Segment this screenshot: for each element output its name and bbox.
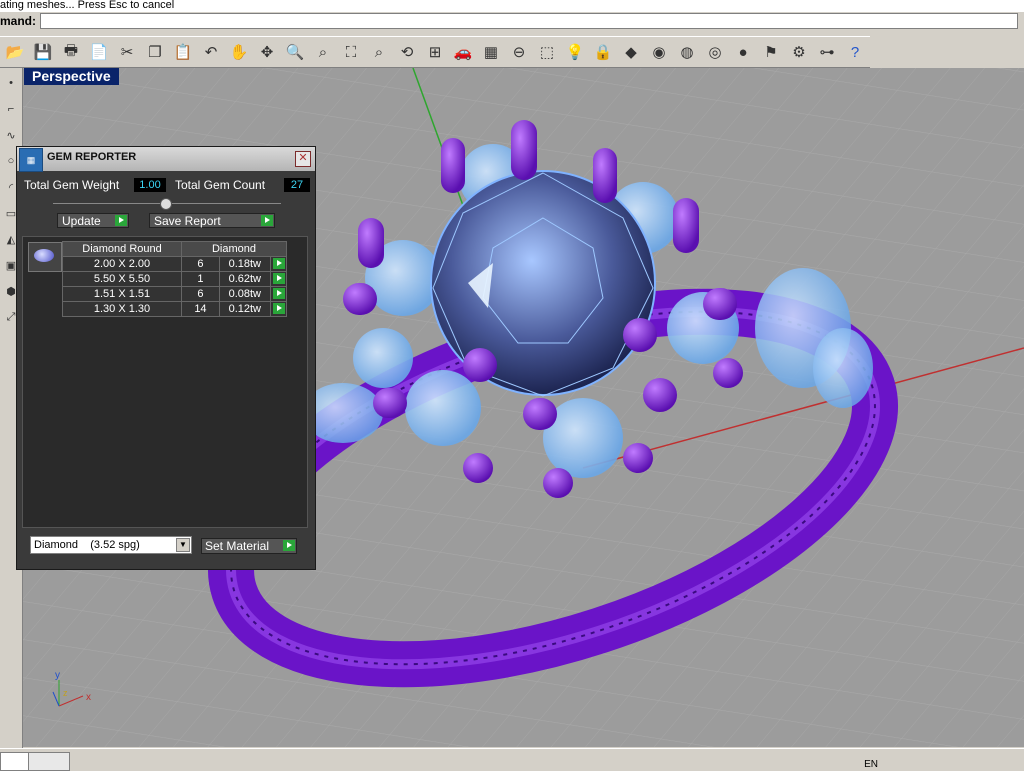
column-header-material: Diamond [181,241,287,257]
gem-table-area: Diamond Round Diamond 2.00 X 2.00 6 0.18… [22,236,308,528]
play-icon [273,303,285,314]
row-go-button[interactable] [269,301,288,317]
gem-table: Diamond Round Diamond 2.00 X 2.00 6 0.18… [62,241,288,317]
import-icon[interactable]: 📄 [86,39,112,65]
play-icon [273,273,285,284]
zoom-selected-icon[interactable]: ⌕ [366,39,392,65]
taskbar-button[interactable] [28,752,70,771]
gem-qty-cell: 6 [181,286,220,302]
color-wheel-icon[interactable]: ◉ [646,39,672,65]
zoom-extents-icon[interactable]: ⛶ [338,39,364,65]
command-input[interactable] [40,13,1018,29]
table-row[interactable]: 2.00 X 2.00 6 0.18tw [62,256,288,272]
render-sphere-icon[interactable]: ● [730,39,756,65]
gem-size-cell: 2.00 X 2.00 [62,256,182,272]
set-material-label: Set Material [205,539,270,553]
rotate-view-icon[interactable]: ✥ [254,39,280,65]
cut-icon[interactable]: ✂ [114,39,140,65]
table-row[interactable]: 5.50 X 5.50 1 0.62tw [62,271,288,287]
settings-gear-icon[interactable]: ⚙ [786,39,812,65]
gem-weight-cell: 0.12tw [218,301,271,317]
select-points-icon[interactable]: ⬚ [534,39,560,65]
gem-slider-handle[interactable] [160,198,172,210]
help-icon[interactable]: ? [842,39,868,65]
gem-size-cell: 1.30 X 1.30 [62,301,182,317]
gem-qty-cell: 1 [181,271,220,287]
axis-y-label: y [55,670,60,681]
curve-icon[interactable]: ∿ [0,124,22,146]
total-weight-label: Total Gem Weight [24,178,120,192]
column-header-shape: Diamond Round [62,241,182,257]
pan-hand-icon[interactable]: ✋ [226,39,252,65]
chevron-down-icon[interactable]: ▼ [176,538,190,552]
gem-totals-row: Total Gem Weight 1.00 Total Gem Count 27 [22,178,310,194]
material-select[interactable]: Diamond (3.52 spg) ▼ [30,536,192,554]
taskbar: EN [0,748,1024,771]
table-row[interactable]: 1.51 X 1.51 6 0.08tw [62,286,288,302]
open-folder-icon[interactable]: 📂 [2,39,28,65]
standard-toolbar: 📂 💾 🖶 📄 ✂ ❐ 📋 ↶ ✋ ✥ 🔍 ⌕ ⛶ ⌕ ⟲ ⊞ 🚗 ▦ ⊖ ⬚ … [0,36,870,68]
car-icon[interactable]: 🚗 [450,39,476,65]
table-row[interactable]: 1.30 X 1.30 14 0.12tw [62,301,288,317]
paste-icon[interactable]: 📋 [170,39,196,65]
lock-icon[interactable]: 🔒 [590,39,616,65]
undo-icon[interactable]: ↶ [198,39,224,65]
gem-qty-cell: 14 [181,301,220,317]
zoom-window-icon[interactable]: ⌕ [310,39,336,65]
gem-reporter-panel: ▦ GEM REPORTER ✕ Total Gem Weight 1.00 T… [16,146,316,570]
total-count-label: Total Gem Count [175,178,266,192]
copy-icon[interactable]: ❐ [142,39,168,65]
play-icon [273,258,285,269]
status-line: ating meshes... Press Esc to cancel [0,0,1024,12]
zoom-icon[interactable]: 🔍 [282,39,308,65]
play-icon [283,540,295,551]
layer-icon[interactable]: ⊶ [814,39,840,65]
save-report-label: Save Report [154,214,221,228]
four-viewports-icon[interactable]: ⊞ [422,39,448,65]
viewport-title[interactable]: Perspective [24,68,119,85]
diamond-thumbnail-icon [28,242,62,272]
total-weight-value: 1.00 [134,178,166,192]
material-select-value: Diamond (3.52 spg) [34,539,140,551]
polyline-icon[interactable]: ⌐ [0,98,22,120]
language-indicator[interactable]: EN [864,759,878,770]
gem-size-cell: 1.51 X 1.51 [62,286,182,302]
gem-weight-cell: 0.62tw [218,271,271,287]
set-material-button[interactable]: Set Material [201,538,297,554]
total-count-value: 27 [284,178,310,192]
command-row: mand: [0,12,1024,32]
wireframe-sphere-icon[interactable]: ◍ [674,39,700,65]
mesh-sphere-icon[interactable]: ◎ [702,39,728,65]
gem-qty-cell: 6 [181,256,220,272]
update-button[interactable]: Update [57,213,129,228]
plane-grid-icon[interactable]: ▦ [478,39,504,65]
axis-x-label: x [86,692,91,703]
point-icon[interactable]: • [0,72,22,94]
gem-reporter-titlebar[interactable]: ▦ GEM REPORTER ✕ [17,147,315,172]
gem-reporter-title: GEM REPORTER [47,151,137,163]
axis-z-label: z [63,688,68,698]
gem-weight-cell: 0.18tw [218,256,271,272]
play-icon [273,288,285,299]
flag-icon[interactable]: ⚑ [758,39,784,65]
row-go-button[interactable] [269,286,288,302]
close-icon[interactable]: ✕ [295,151,311,167]
gem-reporter-logo-icon: ▦ [19,148,43,172]
play-icon [261,215,273,226]
osnap-icon[interactable]: ⊖ [506,39,532,65]
play-icon [115,215,127,226]
update-label: Update [62,214,101,228]
save-icon[interactable]: 💾 [30,39,56,65]
object-properties-icon[interactable]: ◆ [618,39,644,65]
print-icon[interactable]: 🖶 [58,39,84,65]
command-label: mand: [0,14,36,28]
row-go-button[interactable] [269,271,288,287]
light-bulb-icon[interactable]: 💡 [562,39,588,65]
gem-size-cell: 5.50 X 5.50 [62,271,182,287]
save-report-button[interactable]: Save Report [149,213,275,228]
gem-weight-cell: 0.08tw [218,286,271,302]
row-go-button[interactable] [269,256,288,272]
undo-view-icon[interactable]: ⟲ [394,39,420,65]
